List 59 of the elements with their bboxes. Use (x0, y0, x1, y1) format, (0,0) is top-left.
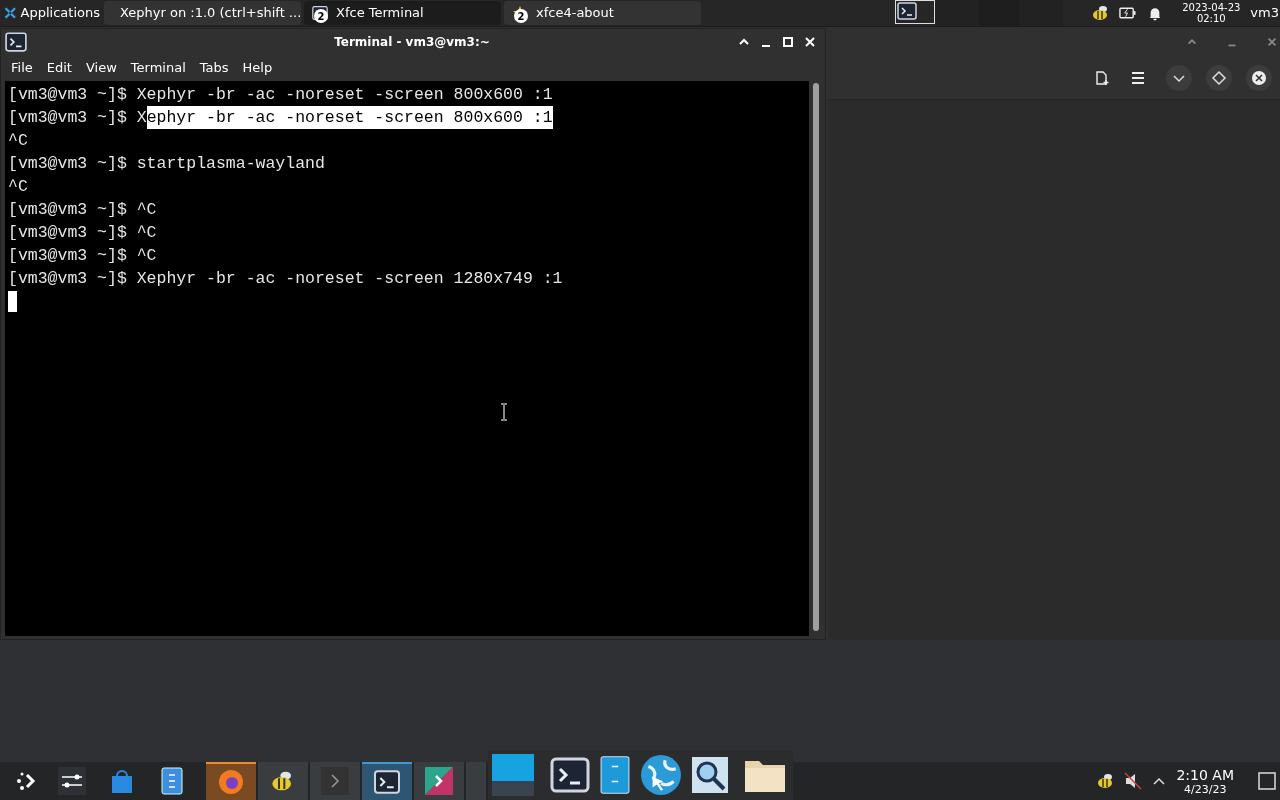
text-cursor-icon (8, 291, 17, 312)
battery-icon (1119, 7, 1137, 19)
panel-date: 2023-04-23 (1182, 2, 1241, 13)
menu-icon[interactable] (1130, 69, 1146, 86)
menu-item[interactable]: Terminal (124, 58, 192, 78)
show-desktop-icon[interactable] (1258, 772, 1276, 790)
user-name: vm3 (1250, 4, 1279, 23)
window-title: Terminal - vm3@vm3:~ (333, 34, 491, 51)
chevron-down-icon[interactable] (1166, 64, 1192, 91)
taskbar-button[interactable]: 2 xfce4-about (504, 1, 701, 25)
close-icon[interactable] (803, 35, 817, 49)
terminal-line: [vm3@vm3 ~]$ startplasma-wayland (8, 153, 325, 175)
terminal-task[interactable] (362, 762, 412, 800)
terminal-icon (550, 756, 590, 794)
globe-icon[interactable] (640, 754, 682, 796)
terminal-line: [vm3@vm3 ~]$ Xephyr -br -ac -noreset -screen 1280x749 :1 (8, 268, 563, 290)
terminal-line: [vm3@vm3 ~]$ ^C (8, 245, 157, 267)
taskbar-time: 2:10 AM (1176, 766, 1234, 783)
menu-logo-icon (4, 5, 17, 21)
applications-menu[interactable]: Applications (0, 0, 104, 26)
menu-item[interactable]: Tabs (193, 58, 235, 78)
selected-text: ephyr -br -ac -noreset -screen 800x600 :1 (146, 106, 553, 129)
maximize-icon[interactable] (781, 35, 795, 49)
taskbar-date: 4/23/23 (1184, 782, 1227, 796)
workspace-button[interactable] (895, 0, 936, 24)
menu-item[interactable]: File (5, 58, 39, 78)
i-beam-pointer-icon (500, 403, 508, 421)
notification-bell-icon (1148, 5, 1163, 21)
browser-icon (217, 768, 245, 796)
menu-item[interactable]: Help (236, 58, 279, 78)
bee-task[interactable] (258, 762, 308, 800)
kite-icon (425, 767, 453, 795)
new-document-icon[interactable] (1094, 69, 1110, 86)
file-cabinet-icon[interactable] (158, 767, 186, 795)
close-icon[interactable] (1246, 64, 1272, 91)
terminal-icon (5, 32, 27, 52)
workspace-switcher[interactable] (895, 0, 1064, 26)
terminal-line: ^C (8, 176, 28, 198)
muted-speaker-icon[interactable] (1124, 772, 1143, 790)
menu-item[interactable]: Edit (40, 58, 78, 78)
desktop-icon[interactable] (492, 754, 534, 796)
settings-sliders-icon[interactable] (58, 767, 86, 795)
magnifier-icon[interactable] (692, 757, 728, 793)
taskbar-button[interactable]: Xephyr on :1.0 (ctrl+shift ... (104, 1, 301, 25)
terminal-line: [vm3@vm3 ~]$ X (8, 107, 147, 129)
chevron-right-icon (321, 767, 349, 795)
terminal-line: [vm3@vm3 ~]$ Xephyr -br -ac -noreset -screen 800x600 :1 (8, 84, 553, 106)
terminal-line: ^C (8, 130, 28, 152)
terminal-line: [vm3@vm3 ~]$ ^C (8, 199, 157, 221)
taskbar-button[interactable]: 2 Xfce Terminal (304, 1, 501, 25)
terminal-icon (897, 2, 918, 20)
app-task[interactable] (414, 762, 464, 800)
panel-time: 02:10 (1196, 13, 1226, 24)
terminal-icon (373, 770, 401, 794)
window-count-badge: 2 (314, 9, 328, 23)
file-cabinet-icon[interactable] (600, 755, 630, 795)
menu-item[interactable]: View (79, 58, 123, 78)
terminal-line: [vm3@vm3 ~]$ ^C (8, 222, 157, 244)
window-count-badge: 2 (514, 9, 528, 23)
